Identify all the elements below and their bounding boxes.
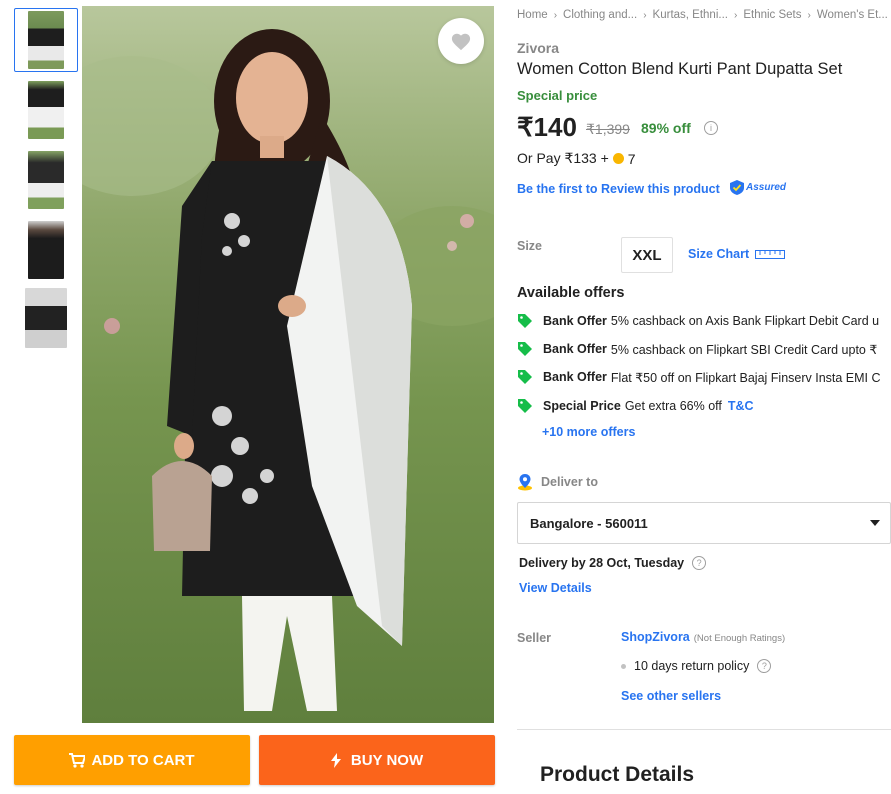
delivery-date: Delivery by 28 Oct, Tuesday ? (519, 556, 707, 570)
thumbnail-image (28, 81, 64, 139)
thumbnail-2[interactable] (14, 78, 78, 142)
offer-item: Bank Offer 5% cashback on Axis Bank Flip… (517, 313, 879, 329)
discount-percent: 89% off (641, 120, 691, 136)
offer-text: Flat ₹50 off on Flipkart Bajaj Finserv I… (610, 370, 881, 385)
chevron-right-icon: › (807, 9, 811, 21)
thumbnail-image (28, 11, 64, 69)
cart-icon (69, 752, 86, 768)
offer-item: Special Price Get extra 66% off T&C (517, 398, 754, 414)
offer-tag-icon (518, 342, 532, 356)
offer-tag-icon (518, 314, 532, 328)
thumbnail-image (28, 221, 64, 279)
seller-label: Seller (517, 631, 552, 645)
product-title: Women Cotton Blend Kurti Pant Dupatta Se… (517, 60, 843, 78)
deliver-to-label: Deliver to (541, 475, 598, 489)
caret-down-icon (870, 520, 880, 526)
divider (517, 729, 891, 730)
offer-type: Bank Offer (543, 370, 607, 384)
chevron-right-icon: › (643, 9, 647, 21)
terms-link[interactable]: T&C (728, 399, 754, 413)
breadcrumb-item[interactable]: Kurtas, Ethni... (653, 9, 728, 21)
chevron-right-icon: › (553, 9, 558, 21)
offer-tag-icon (518, 370, 532, 384)
size-chart-link[interactable]: Size Chart (688, 247, 786, 261)
delivery-date-text: Delivery by 28 Oct, Tuesday (519, 556, 685, 570)
wishlist-button[interactable] (438, 18, 484, 64)
help-icon[interactable]: ? (757, 659, 772, 673)
breadcrumb-item[interactable]: Clothing and... (563, 9, 637, 21)
thumbnail-3[interactable] (14, 148, 78, 212)
assured-text: Assured (746, 182, 787, 193)
lightning-icon (330, 752, 341, 768)
offer-text: 5% cashback on Axis Bank Flipkart Debit … (610, 314, 880, 328)
seller-name-link[interactable]: ShopZivora (Not Enough Ratings) (621, 630, 785, 644)
bullet-icon (621, 663, 626, 669)
product-photo (82, 6, 494, 723)
more-offers-link[interactable]: +10 more offers (542, 425, 635, 439)
location-pin-icon (518, 474, 532, 491)
product-image[interactable] (82, 6, 494, 723)
breadcrumb-item[interactable]: Women's Et... (817, 9, 888, 21)
special-price-label: Special price (517, 88, 598, 103)
offer-tag-icon (518, 399, 532, 413)
coin-count: 7 (627, 150, 636, 167)
add-to-cart-button[interactable]: ADD TO CART (14, 735, 250, 785)
info-icon[interactable]: i (704, 121, 718, 135)
assured-badge: Assured (730, 180, 786, 195)
deliver-to: Deliver to (517, 473, 598, 491)
breadcrumb-item[interactable]: Home (517, 9, 548, 21)
review-link[interactable]: Be the first to Review this product (517, 182, 720, 196)
offer-type: Bank Offer (543, 314, 607, 328)
offer-type: Special Price (543, 399, 621, 413)
chevron-right-icon: › (733, 9, 738, 21)
thumbnail-4[interactable] (14, 218, 78, 282)
size-label: Size (517, 239, 543, 253)
offer-text: 5% cashback on Flipkart SBI Credit Card … (610, 342, 878, 357)
pincode-value: Bangalore - 560011 (530, 515, 648, 531)
brand-name: Zivora (517, 40, 560, 56)
size-chart-label: Size Chart (688, 247, 750, 261)
view-details-link[interactable]: View Details (519, 581, 592, 595)
buy-now-label: BUY NOW (350, 751, 424, 769)
breadcrumb: Home › Clothing and... › Kurtas, Ethni... ›… (517, 9, 888, 21)
original-price: ₹1,399 (586, 121, 630, 137)
selling-price: ₹140 (517, 112, 577, 142)
shield-icon (730, 180, 744, 195)
help-icon[interactable]: ? (692, 556, 707, 570)
pincode-select[interactable]: Bangalore - 560011 (517, 502, 891, 544)
thumbnail-image (25, 288, 67, 348)
offer-text: Get extra 66% off (624, 399, 722, 413)
return-policy: 10 days return policy ? (621, 659, 772, 673)
thumbnail-1[interactable] (14, 8, 78, 72)
or-pay-text: Or Pay ₹133 + (517, 150, 609, 166)
offer-item: Bank Offer 5% cashback on Flipkart SBI C… (517, 341, 877, 357)
breadcrumb-item[interactable]: Ethnic Sets (743, 9, 801, 21)
seller-rating-note: (Not Enough Ratings) (693, 633, 786, 644)
offer-type: Bank Offer (543, 342, 607, 356)
supercoin-icon (612, 153, 624, 164)
thumbnail-image (28, 151, 64, 209)
offer-item: Bank Offer Flat ₹50 off on Flipkart Baja… (517, 369, 881, 385)
add-to-cart-label: ADD TO CART (91, 751, 195, 769)
offers-heading: Available offers (517, 285, 625, 301)
return-policy-text: 10 days return policy (634, 659, 750, 673)
seller-name: ShopZivora (621, 630, 690, 644)
thumbnail-5[interactable] (14, 286, 78, 350)
size-option-xxl[interactable]: XXL (621, 237, 673, 273)
heart-icon (451, 33, 471, 51)
product-details-heading: Product Details (540, 763, 695, 786)
buy-now-button[interactable]: BUY NOW (259, 735, 495, 785)
supercoin-price: Or Pay ₹133 + 7 (517, 150, 636, 167)
see-other-sellers-link[interactable]: See other sellers (621, 689, 721, 703)
ruler-icon (755, 249, 786, 259)
